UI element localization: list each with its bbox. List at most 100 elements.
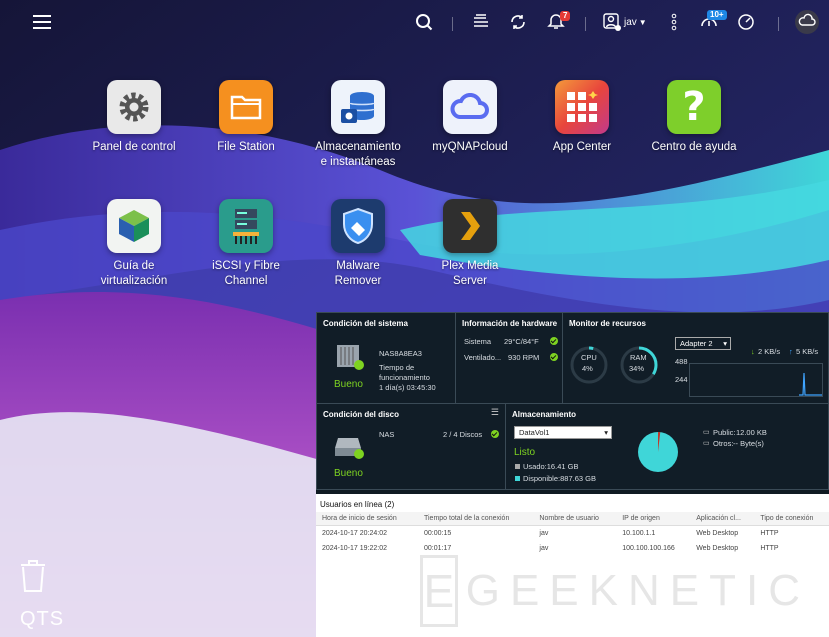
ram-value: 34% bbox=[629, 364, 645, 373]
app-label: Plex Media Server bbox=[441, 260, 499, 287]
uptime-value: 1 día(s) 03:45:30 bbox=[379, 383, 436, 392]
user-menu[interactable]: jav ▼ bbox=[603, 0, 659, 44]
check-icon bbox=[550, 353, 558, 361]
gauge-icon[interactable] bbox=[735, 0, 757, 44]
geeknetic-watermark: E GEEKNETIC bbox=[420, 546, 810, 636]
plex-chevron-icon bbox=[443, 199, 497, 253]
cloud-icon[interactable] bbox=[793, 0, 821, 44]
question-icon: ? bbox=[667, 80, 721, 134]
app-guia-de-virtualizacion[interactable]: Guía de virtualización bbox=[78, 199, 190, 289]
hw-value: 29°C/84°F bbox=[504, 337, 539, 346]
event-count-badge: 10+ bbox=[707, 10, 727, 20]
legend-free-swatch bbox=[515, 476, 520, 481]
storage-db-icon bbox=[331, 80, 385, 134]
gear-icon bbox=[107, 80, 161, 134]
tasks-icon[interactable] bbox=[470, 0, 492, 44]
cell: 2024-10-17 19:22:02 bbox=[322, 545, 387, 552]
app-label: iSCSI y Fibre Channel bbox=[212, 260, 280, 287]
app-plex-media-server[interactable]: Plex Media Server bbox=[414, 199, 526, 289]
card-title: Condición del disco bbox=[323, 410, 400, 419]
watermark-letter: E bbox=[420, 555, 458, 627]
storage-used: Usado:16.41 GB bbox=[523, 462, 579, 471]
disk-name: NAS bbox=[379, 430, 395, 439]
chart-y-mid: 244 bbox=[675, 375, 688, 384]
nas-name: NAS8A8EA3 bbox=[379, 349, 422, 358]
app-iscsi-fibre-channel[interactable]: iSCSI y Fibre Channel bbox=[190, 199, 302, 289]
system-status: Bueno bbox=[334, 379, 363, 390]
card-title: Almacenamiento bbox=[512, 410, 577, 419]
app-app-center[interactable]: App Center bbox=[526, 80, 638, 155]
app-label: App Center bbox=[552, 141, 612, 153]
sync-icon[interactable] bbox=[507, 0, 529, 44]
cell: 2024-10-17 20:24:02 bbox=[322, 530, 387, 537]
table-header-row: Hora de inicio de sesión Tiempo total de… bbox=[316, 512, 829, 526]
col-duration[interactable]: Tiempo total de la conexión bbox=[417, 512, 534, 526]
qts-brand-logo: QTS bbox=[20, 608, 65, 630]
adapter-select[interactable]: Adapter 2 ▾ bbox=[675, 337, 731, 350]
app-file-station[interactable]: File Station bbox=[190, 80, 302, 155]
list-icon[interactable]: ☰ bbox=[491, 407, 499, 418]
cpu-label: CPU bbox=[581, 353, 597, 362]
check-icon bbox=[550, 337, 558, 345]
app-label: Almacenamiento e instantáneas bbox=[315, 141, 401, 168]
disk-status-card[interactable]: Condición del disco ☰ Bueno NAS 2 / 4 Di… bbox=[316, 403, 506, 490]
volume-select[interactable]: DataVol1 ▾ bbox=[514, 426, 612, 439]
search-icon[interactable] bbox=[413, 0, 435, 44]
adapter-value: Adapter 2 bbox=[680, 339, 713, 348]
hw-label: Sistema bbox=[464, 337, 492, 346]
col-connection-type[interactable]: Tipo de conexión bbox=[754, 512, 829, 526]
notification-bell-icon[interactable] bbox=[545, 0, 567, 44]
share-size: -- Byte(s) bbox=[733, 439, 764, 448]
app-centro-de-ayuda[interactable]: ? Centro de ayuda bbox=[638, 80, 750, 155]
chevron-down-icon: ▾ bbox=[604, 428, 608, 437]
app-malware-remover[interactable]: Malware Remover bbox=[302, 199, 414, 289]
app-myqnapcloud[interactable]: myQNAPcloud bbox=[414, 80, 526, 155]
app-almacenamiento[interactable]: Almacenamiento e instantáneas bbox=[302, 80, 414, 170]
hw-value: 930 RPM bbox=[508, 353, 540, 362]
legend-used-swatch bbox=[515, 464, 520, 469]
topbar-divider bbox=[778, 17, 779, 31]
ram-label: RAM bbox=[630, 353, 647, 362]
storage-card[interactable]: Almacenamiento DataVol1 ▾ Listo Usado:16… bbox=[505, 403, 829, 490]
uptime-label: Tiempo de funcionamiento bbox=[379, 363, 430, 382]
username-label: jav bbox=[624, 16, 637, 28]
hardware-info-card[interactable]: Información de hardware Sistema 29°C/84°… bbox=[455, 312, 563, 404]
upload-arrow-icon: ↑ bbox=[789, 347, 793, 356]
nas-device-icon bbox=[337, 345, 364, 370]
app-panel-de-control[interactable]: Panel de control bbox=[78, 80, 190, 155]
cloud-icon bbox=[443, 80, 497, 134]
col-client-app[interactable]: Aplicación cl... bbox=[690, 512, 755, 526]
app-grid-icon bbox=[555, 80, 609, 134]
online-users-panel[interactable]: Usuarios en línea (2) Hora de inicio de … bbox=[316, 494, 829, 637]
upload-speed: 5 KB/s bbox=[796, 347, 819, 356]
network-traffic-chart bbox=[689, 363, 823, 397]
cell: 00:00:15 bbox=[423, 530, 452, 537]
app-label: myQNAPcloud bbox=[432, 141, 508, 153]
cpu-value: 4% bbox=[582, 364, 593, 373]
hamburger-icon[interactable] bbox=[30, 0, 54, 44]
system-status-card[interactable]: Condición del sistema Bueno NAS8A8EA3 Ti… bbox=[316, 312, 456, 404]
cell: jav bbox=[539, 530, 549, 537]
hw-label: Ventilado... bbox=[464, 353, 502, 362]
server-rack-icon bbox=[219, 199, 273, 253]
table-row[interactable]: 2024-10-17 20:24:02 00:00:15 jav 10.100.… bbox=[316, 526, 829, 542]
storage-free: Disponible:887.63 GB bbox=[523, 474, 596, 483]
user-icon bbox=[603, 13, 621, 31]
chart-y-top: 488 bbox=[675, 357, 688, 366]
col-login-time[interactable]: Hora de inicio de sesión bbox=[316, 512, 418, 526]
storage-pie-chart bbox=[638, 432, 678, 472]
col-source-ip[interactable]: IP de origen bbox=[616, 512, 691, 526]
col-username[interactable]: Nombre de usuario bbox=[533, 512, 617, 526]
cell: HTTP bbox=[760, 530, 779, 537]
trash-icon[interactable] bbox=[18, 558, 48, 599]
dashboard-panel: Condición del sistema Bueno NAS8A8EA3 Ti… bbox=[316, 312, 829, 637]
app-label: Panel de control bbox=[92, 141, 176, 153]
card-title: Condición del sistema bbox=[323, 319, 408, 328]
app-label: Guía de virtualización bbox=[100, 260, 168, 287]
dashboard-speed-icon[interactable] bbox=[698, 0, 720, 44]
topbar-divider bbox=[452, 17, 453, 31]
resource-monitor-card[interactable]: Monitor de recursos CPU 4% RAM 34% Adapt… bbox=[562, 312, 829, 404]
download-arrow-icon: ↓ bbox=[751, 347, 755, 356]
users-title: Usuarios en línea (2) bbox=[320, 500, 395, 509]
more-vertical-icon[interactable] bbox=[668, 0, 680, 44]
